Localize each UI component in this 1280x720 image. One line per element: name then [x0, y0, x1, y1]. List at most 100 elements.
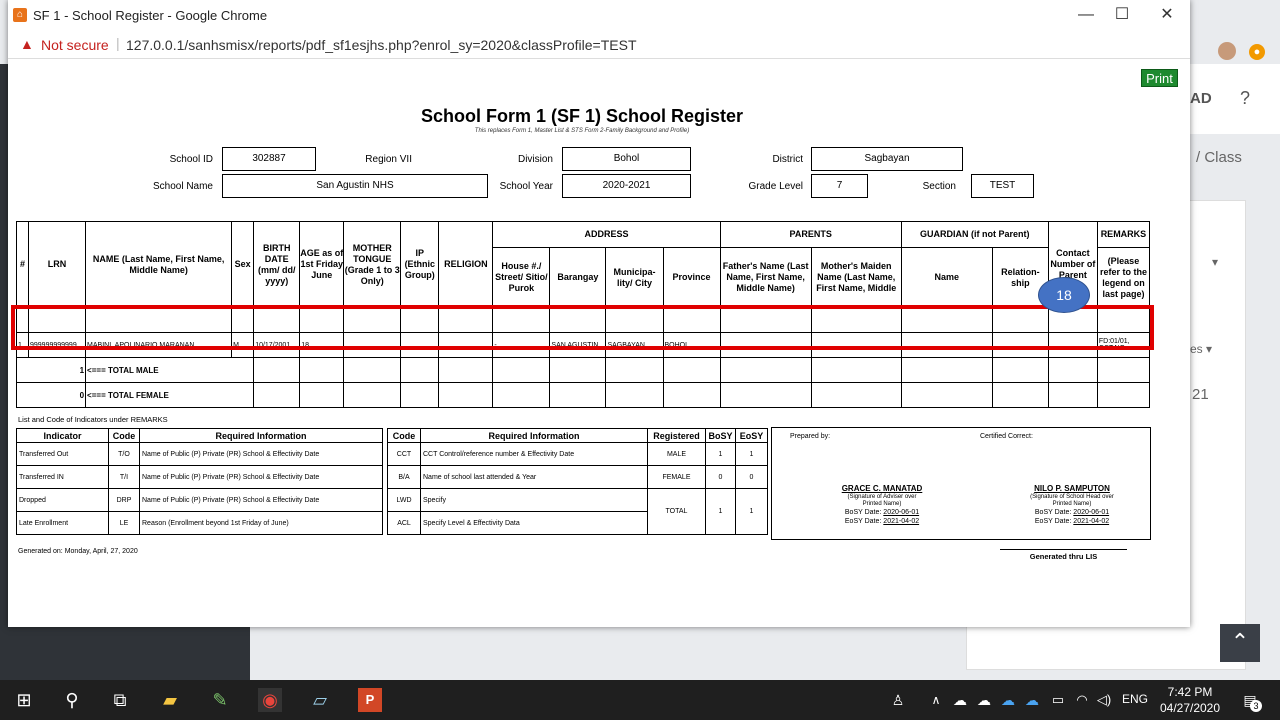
district-label: District	[772, 154, 803, 165]
stat-eosy: 1	[735, 488, 768, 535]
legend-indicator: Late Enrollment	[16, 511, 109, 535]
chevron-up-icon[interactable]: ∧	[924, 688, 948, 712]
header-parents: PARENTS	[719, 221, 902, 248]
cloud-upload-icon[interactable]: ☁	[948, 688, 972, 712]
form-title: School Form 1 (SF 1) School Register	[420, 106, 744, 126]
volume-icon[interactable]: ◁)	[1092, 688, 1116, 712]
division-value: Bohol	[562, 147, 691, 171]
legend2-row: LWD Specify TOTAL 1 1	[387, 488, 768, 535]
legend-table-2: Code Required Information Registered BoS…	[387, 428, 768, 535]
background-select[interactable]: ▾	[1212, 255, 1218, 269]
legend-indicator: Transferred Out	[16, 442, 109, 466]
search-icon[interactable]: ⚲	[60, 688, 84, 712]
task-view-icon[interactable]: ⧉	[108, 688, 132, 712]
app-icon[interactable]: ▱	[308, 688, 332, 712]
stat-eosy: 0	[735, 465, 768, 489]
address-bar[interactable]: ▲ Not secure | 127.0.0.1/sanhsmisx/repor…	[8, 31, 1190, 59]
legend-header-indicator: Indicator	[16, 428, 109, 443]
stat-label: FEMALE	[647, 465, 706, 489]
legend-row: Transferred IN T/I Name of Public (P) Pr…	[16, 465, 383, 489]
legend-title: List and Code of Indicators under REMARK…	[18, 415, 168, 424]
adviser-role: (Signature of Adviser over Printed Name)	[847, 494, 917, 507]
legend-row: Dropped DRP Name of Public (P) Private (…	[16, 488, 383, 512]
minimize-button[interactable]: —	[1068, 4, 1104, 26]
background-dropdown[interactable]: es ▾	[1190, 342, 1212, 356]
legend-header-info: Required Information	[139, 428, 383, 443]
legend-table: Indicator Code Required Information Tran…	[16, 428, 383, 535]
title-bar: ⌂ SF 1 - School Register - Google Chrome…	[8, 0, 1190, 31]
legend-row: Transferred Out T/O Name of Public (P) P…	[16, 442, 383, 466]
header-guardian: GUARDIAN (if not Parent)	[900, 221, 1049, 248]
legend2-info: Specify Level & Effectivity Data	[420, 511, 648, 535]
clock[interactable]: 7:42 PM 04/27/2020	[1150, 684, 1230, 716]
extension-icon[interactable]: ●	[1249, 44, 1265, 60]
legend-row: Late Enrollment LE Reason (Enrollment be…	[16, 511, 383, 535]
legend2-code: B/A	[387, 465, 421, 489]
adviser-signature: GRACE C. MANATAD (Signature of Adviser o…	[841, 484, 923, 525]
onedrive-icon-2[interactable]: ☁	[1020, 688, 1044, 712]
chrome-icon[interactable]: ◉	[258, 688, 282, 712]
adviser-eosy-date: 2021-04-02	[883, 518, 920, 525]
legend-info: Name of Public (P) Private (PR) School &…	[139, 465, 383, 489]
windows-start-icon[interactable]: ⊞	[12, 688, 36, 712]
security-status[interactable]: Not secure	[41, 37, 109, 53]
legend-code: T/O	[108, 442, 140, 466]
people-icon[interactable]: ♙	[886, 688, 910, 712]
head-role: (Signature of School Head over Printed N…	[1030, 494, 1114, 507]
highlight-box	[11, 305, 1154, 350]
wifi-icon[interactable]: ◠	[1070, 688, 1094, 712]
onedrive-icon[interactable]: ☁	[996, 688, 1020, 712]
url-text[interactable]: 127.0.0.1/sanhsmisx/reports/pdf_sf1esjhs…	[126, 37, 637, 53]
legend-code: DRP	[108, 488, 140, 512]
clock-time: 7:42 PM	[1167, 685, 1213, 699]
scroll-top-button[interactable]: ⌃	[1220, 624, 1260, 662]
header-mother: Mother's Maiden Name (Last Name, First N…	[810, 247, 902, 308]
notification-count: 3	[1250, 700, 1262, 712]
warning-icon[interactable]: ▲	[20, 36, 34, 52]
file-explorer-icon[interactable]: ▰	[158, 688, 182, 712]
stat-bosy: 1	[705, 488, 736, 535]
total-female-row: 0 <=== TOTAL FEMALE	[15, 382, 1151, 408]
header-house: House #./ Street/ Sitio/ Purok	[492, 247, 551, 308]
legend2-info: Name of school last attended & Year	[420, 465, 648, 489]
legend-info: Name of Public (P) Private (PR) School &…	[139, 488, 383, 512]
notepad-icon[interactable]: ✎	[208, 688, 232, 712]
background-value: 21	[1192, 386, 1209, 403]
head-signature: NILO P. SAMPUTON (Signature of School He…	[1030, 484, 1114, 525]
total-male-label: <=== TOTAL MALE	[85, 357, 255, 383]
print-button[interactable]: Print	[1141, 69, 1178, 87]
language-indicator[interactable]: ENG	[1122, 692, 1148, 706]
avatar[interactable]	[1218, 42, 1236, 60]
district-value: Sagbayan	[811, 147, 963, 171]
close-button[interactable]: ✕	[1149, 4, 1185, 26]
maximize-button[interactable]: ☐	[1104, 4, 1140, 26]
header-sex: Sex	[231, 221, 255, 308]
legend2-info: CCT Control/reference number & Effectivi…	[420, 442, 648, 466]
stat-eosy: 1	[735, 442, 768, 466]
clock-date: 04/27/2020	[1159, 701, 1221, 715]
header-lrn: LRN	[27, 221, 87, 308]
stat-label: MALE	[647, 442, 706, 466]
school-id-value: 302887	[222, 147, 316, 171]
legend2-header-info: Required Information	[420, 428, 648, 443]
legend2-code: LWD	[387, 488, 421, 512]
total-male-row: 1 <=== TOTAL MALE	[15, 357, 1151, 383]
school-year-label: School Year	[499, 181, 553, 192]
adviser-bosy-date: 2020-06-01	[883, 509, 920, 516]
school-id-label: School ID	[169, 154, 213, 165]
legend2-header-code: Code	[387, 428, 421, 443]
legend2-header-eosy: EoSY	[735, 428, 768, 443]
stat-bosy: 1	[705, 442, 736, 466]
region-label: Region VII	[365, 154, 412, 165]
xampp-icon: ⌂	[13, 8, 27, 22]
header-father: Father's Name (Last Name, First Name, Mi…	[719, 247, 812, 308]
legend2-info: Specify	[420, 488, 648, 512]
division-label: Division	[517, 154, 553, 165]
cloud-sync-icon[interactable]: ☁	[972, 688, 996, 712]
header-barangay: Barangay	[549, 247, 607, 308]
battery-icon[interactable]: ▭	[1046, 688, 1070, 712]
help-icon[interactable]: ?	[1240, 88, 1250, 109]
powerpoint-icon[interactable]: P	[358, 688, 382, 712]
annotation-badge: 18	[1038, 277, 1090, 313]
stat-label: TOTAL	[647, 488, 706, 535]
